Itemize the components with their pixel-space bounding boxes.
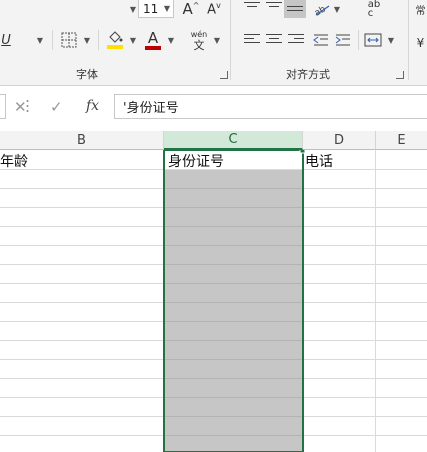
borders-icon: [61, 32, 77, 48]
grow-font-button[interactable]: A^: [180, 0, 202, 18]
chevron-down-icon: ▼: [387, 35, 395, 45]
alignment-dialog-launcher-icon[interactable]: [396, 71, 404, 79]
gridlines: [0, 147, 427, 452]
align-center-icon[interactable]: [266, 34, 282, 46]
cancel-icon[interactable]: ✕: [14, 98, 27, 116]
align-bottom-button[interactable]: [284, 0, 306, 18]
increase-indent-icon: [335, 34, 350, 46]
borders-button[interactable]: [58, 30, 80, 50]
font-dialog-launcher-icon[interactable]: [220, 71, 228, 79]
font-color-button[interactable]: A: [142, 28, 164, 52]
column-label: D: [333, 132, 344, 148]
merge-dropdown[interactable]: ▼: [386, 30, 396, 50]
orientation-dropdown[interactable]: ▼: [332, 0, 342, 18]
chevron-down-icon: ▼: [36, 35, 44, 45]
underline-icon: U: [1, 32, 11, 48]
merge-cells-icon: [364, 33, 382, 47]
chevron-down-icon: ▼: [129, 4, 137, 14]
chevron-down-icon: ▼: [213, 35, 221, 45]
column-label: C: [228, 132, 238, 147]
borders-dropdown[interactable]: ▼: [82, 30, 92, 50]
align-top-icon[interactable]: [244, 2, 260, 10]
column-header-b[interactable]: B: [0, 131, 164, 150]
enter-icon[interactable]: ✓: [50, 98, 63, 116]
chevron-down-icon: ▼: [83, 35, 91, 45]
text-orientation-icon: ab: [313, 4, 330, 16]
column-header-c[interactable]: C: [164, 131, 303, 150]
cell-b1[interactable]: 年龄: [0, 151, 28, 171]
ribbon: 11 ▼ ▼ A^ Av U ▼ ▼ ▼ A ▼ wén 文 ▼ 字体 ab ▼…: [0, 0, 427, 86]
grow-font-icon: A^: [182, 0, 200, 18]
font-color-icon: A: [147, 29, 159, 47]
currency-fragment[interactable]: ¥: [414, 34, 427, 52]
merge-center-button[interactable]: [362, 30, 384, 50]
cell-d1[interactable]: 电话: [305, 151, 333, 171]
number-format-icon: 常: [415, 5, 426, 17]
font-color-dropdown[interactable]: ▼: [166, 30, 176, 50]
fill-color-button[interactable]: [104, 28, 126, 52]
orientation-button[interactable]: ab: [312, 0, 332, 18]
name-box[interactable]: [0, 94, 6, 119]
wrap-text-icon: ab c: [367, 0, 381, 19]
insert-function-icon[interactable]: fx: [86, 98, 99, 114]
svg-text:ab: ab: [313, 4, 328, 16]
decrease-indent-icon: [313, 34, 328, 46]
font-size-value: 11: [143, 1, 159, 16]
align-middle-icon[interactable]: [266, 2, 282, 10]
formula-input[interactable]: '身份证号: [114, 94, 427, 119]
underline-button[interactable]: U: [0, 30, 12, 50]
underline-dropdown[interactable]: ▼: [34, 30, 46, 50]
formula-bar: ✕ ✓ fx '身份证号: [0, 92, 427, 122]
column-header-e[interactable]: E: [376, 131, 427, 150]
increase-indent-button[interactable]: [334, 30, 352, 50]
align-left-icon[interactable]: [244, 34, 260, 46]
font-name-dropdown-caret[interactable]: ▼: [128, 2, 138, 16]
chevron-down-icon: ▼: [163, 4, 170, 13]
paint-bucket-icon: [109, 31, 123, 43]
column-label: B: [77, 132, 86, 148]
phonetic-bottom: 文: [193, 39, 205, 52]
font-group-label: 字体: [76, 68, 98, 81]
chevron-down-icon: ▼: [333, 4, 341, 14]
chevron-down-icon: ▼: [129, 35, 137, 45]
formula-content: '身份证号: [123, 101, 179, 116]
column-label: E: [397, 132, 406, 148]
cell-c1[interactable]: 身份证号: [168, 151, 224, 171]
number-format-fragment[interactable]: 常: [414, 0, 427, 18]
highlight-swatch: [107, 45, 123, 49]
font-size-dropdown[interactable]: 11 ▼: [138, 0, 174, 18]
currency-icon: ¥: [416, 36, 425, 50]
worksheet-grid[interactable]: 年龄 身份证号 电话: [0, 147, 427, 452]
phonetic-dropdown[interactable]: ▼: [212, 30, 222, 50]
chevron-down-icon: ▼: [167, 35, 175, 45]
align-bottom-icon: [287, 6, 303, 14]
align-right-icon[interactable]: [288, 34, 304, 46]
column-header-d[interactable]: D: [303, 131, 376, 150]
fill-color-dropdown[interactable]: ▼: [128, 30, 138, 50]
font-color-swatch: [145, 46, 161, 50]
wrap-text-button[interactable]: ab c: [364, 0, 384, 19]
alignment-group-label: 对齐方式: [286, 68, 330, 81]
shrink-font-icon: Av: [207, 0, 221, 18]
phonetic-button[interactable]: wén 文: [186, 28, 212, 52]
decrease-indent-button[interactable]: [312, 30, 330, 50]
shrink-font-button[interactable]: Av: [203, 0, 225, 18]
